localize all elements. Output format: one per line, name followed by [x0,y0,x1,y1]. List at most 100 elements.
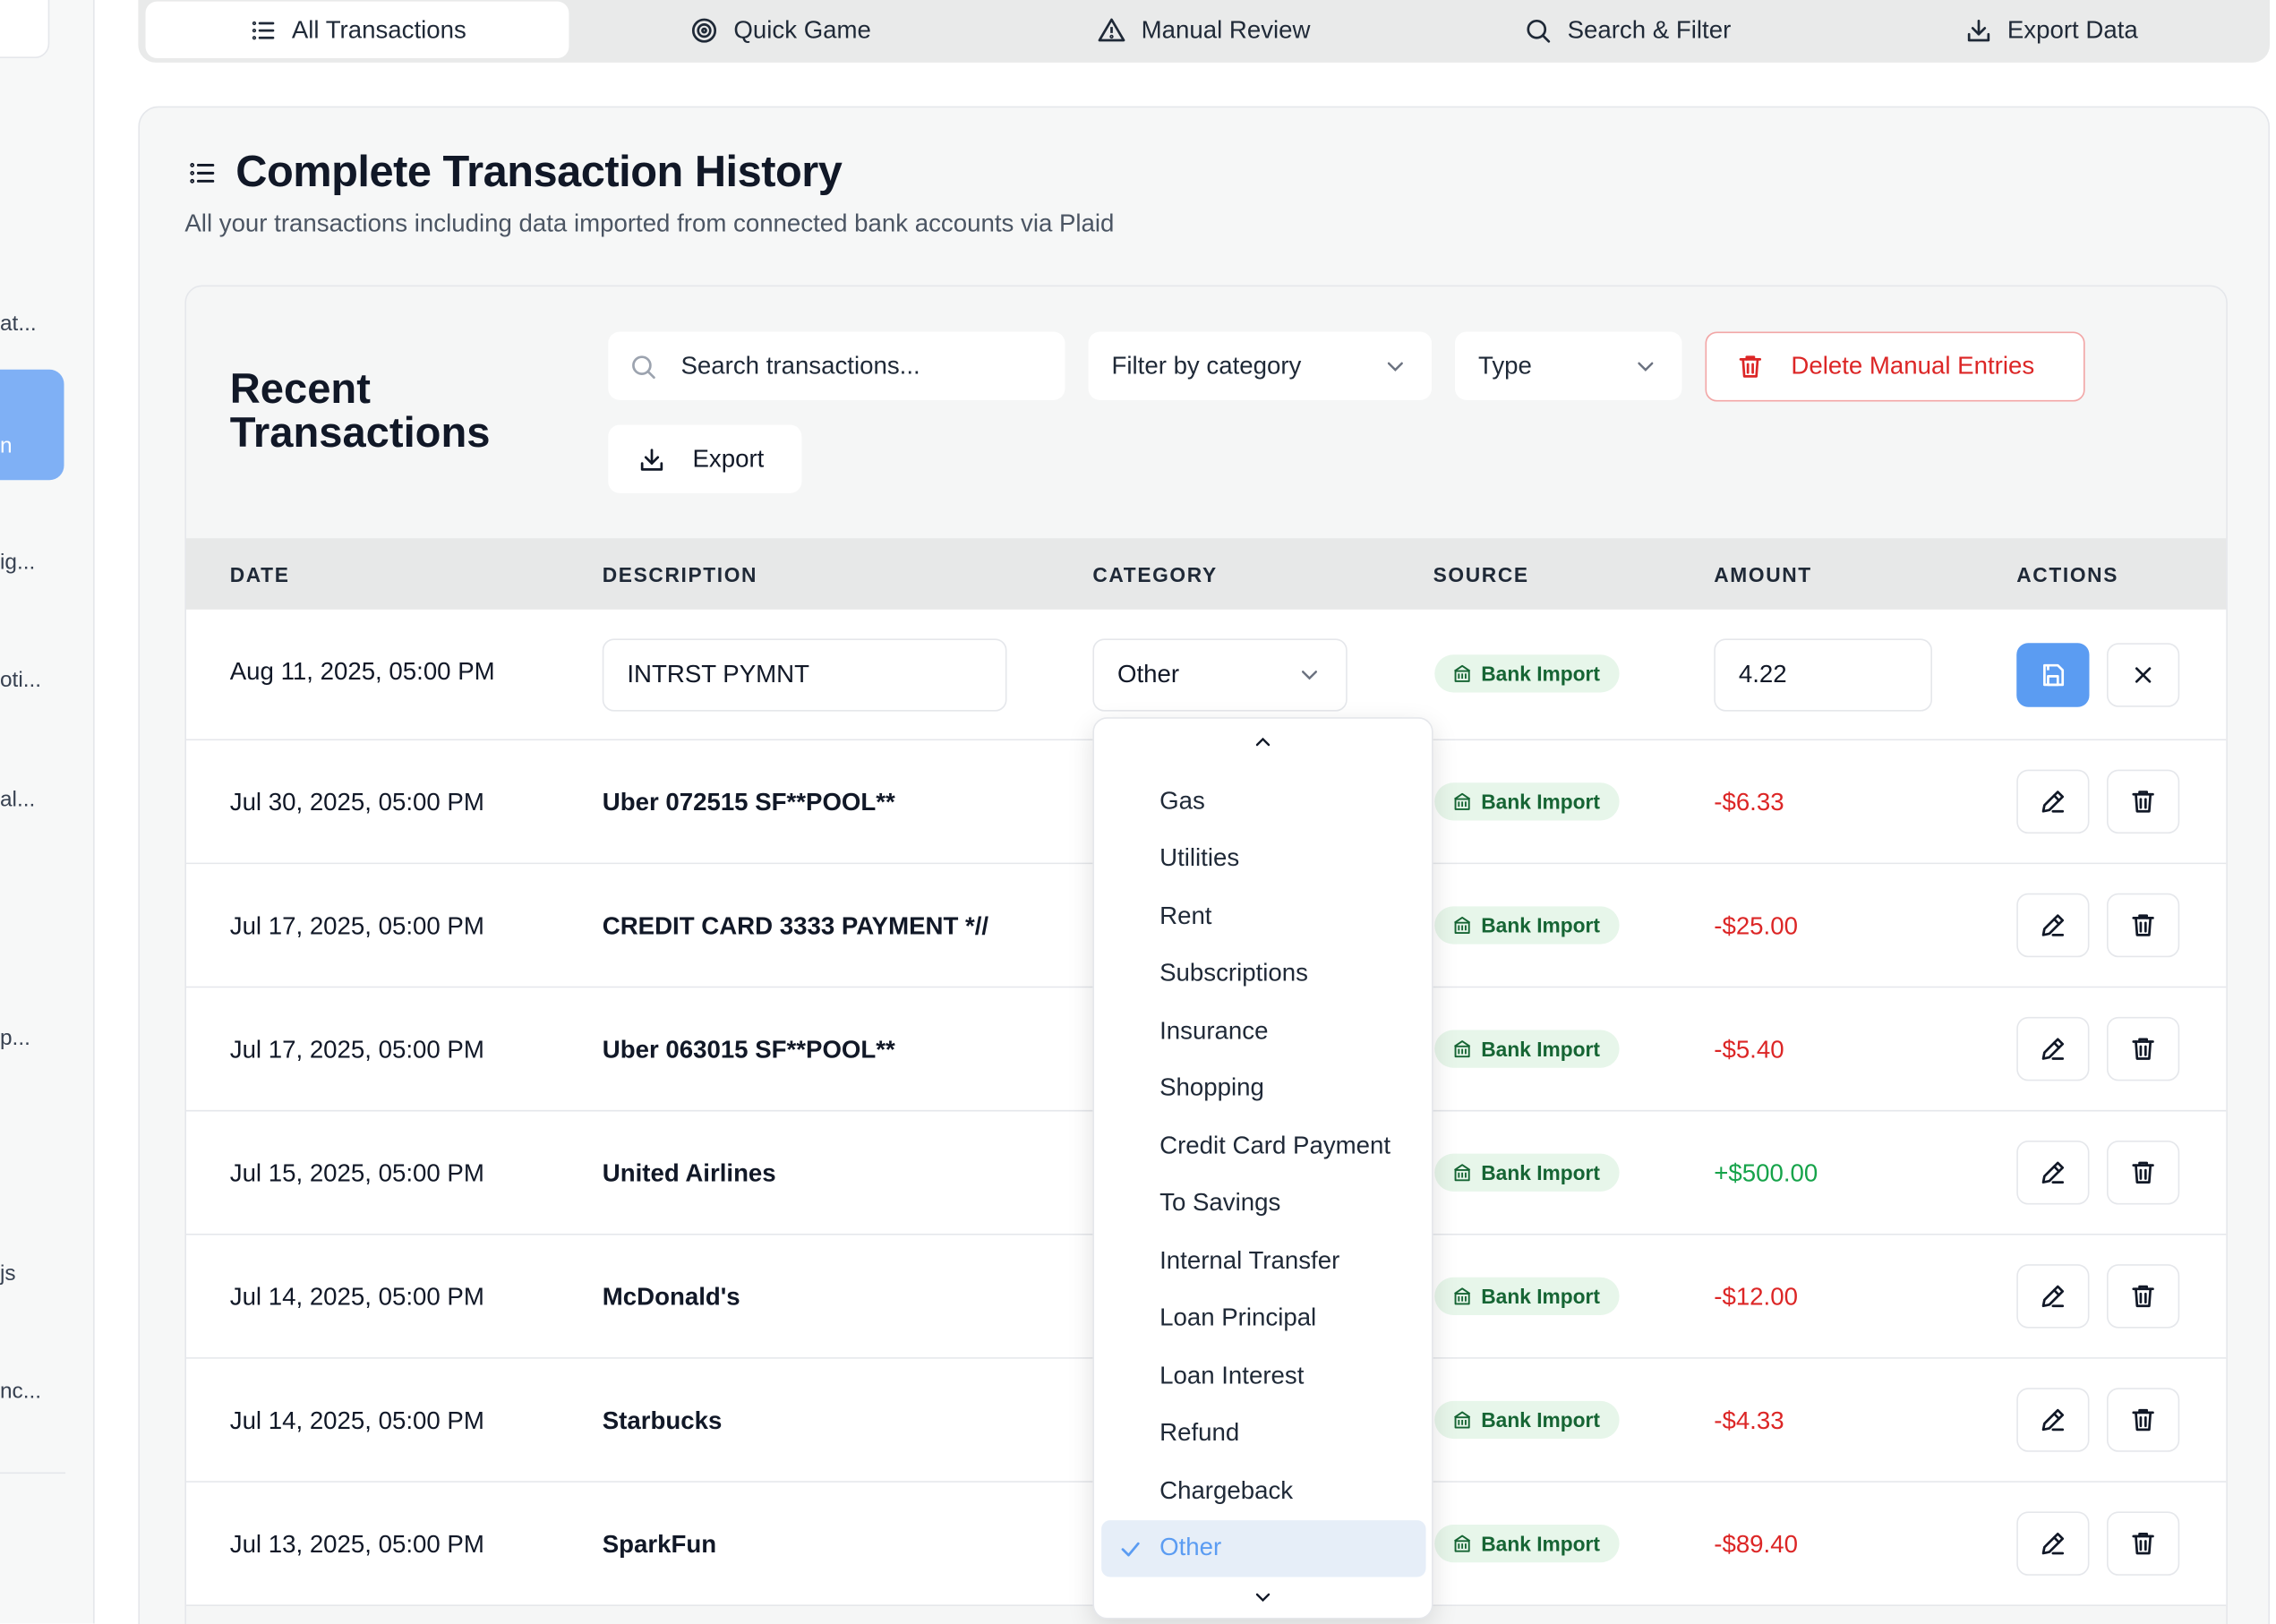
tab-label: Manual Review [1141,15,1311,43]
type-filter-select[interactable]: Type [1455,331,1682,400]
row-amount: -$6.33 [1714,788,1784,816]
tab-search-filter[interactable]: Search & Filter [1416,2,1839,58]
warning-icon [1099,17,1126,41]
category-option[interactable]: To Savings [1101,1175,1425,1232]
edit-button[interactable] [2016,1388,2090,1452]
bank-icon [1454,1040,1471,1058]
edit-button[interactable] [2016,1141,2090,1205]
trash-icon [2132,1161,2154,1184]
category-option[interactable]: Chargeback [1101,1462,1425,1519]
sidebar: at... ig... oti... al... p... js nc... n [0,0,95,1624]
sidebar-item[interactable]: al... [0,787,35,812]
scroll-down-button[interactable] [1094,1586,1432,1609]
category-option[interactable]: Utilities [1101,830,1425,887]
row-amount: +$500.00 [1714,1159,1818,1187]
download-icon [1967,19,1989,41]
delete-button-label: Delete Manual Entries [1791,352,2035,380]
category-option[interactable]: Shopping [1101,1060,1425,1117]
category-option-label: Loan Principal [1159,1303,1317,1332]
sidebar-item[interactable]: ig... [0,550,35,575]
category-option[interactable]: Subscriptions [1101,944,1425,1002]
category-option[interactable]: Gas [1101,773,1425,830]
column-header-category[interactable]: CATEGORY [1092,563,1217,586]
category-option[interactable]: Other [1101,1519,1426,1577]
source-badge: Bank Import [1434,1400,1620,1440]
type-filter-value: Type [1478,351,1532,380]
category-option-label: Chargeback [1159,1475,1294,1504]
category-filter-select[interactable]: Filter by category [1088,331,1432,400]
tab-quick-game[interactable]: Quick Game [569,2,992,58]
category-option[interactable]: Loan Principal [1101,1290,1425,1347]
delete-button[interactable] [2107,1264,2180,1329]
edit-button[interactable] [2016,1264,2090,1329]
category-option[interactable]: Refund [1101,1405,1425,1462]
tab-label: Search & Filter [1567,15,1732,43]
sidebar-item[interactable]: p... [0,1026,30,1051]
category-option-label: Other [1159,1534,1222,1562]
category-option[interactable]: Internal Transfer [1101,1232,1425,1289]
category-option[interactable]: Loan Interest [1101,1347,1425,1405]
row-description: CREDIT CARD 3333 PAYMENT *// [602,911,989,940]
search-box[interactable] [608,331,1065,400]
source-badge-label: Bank Import [1481,1532,1600,1556]
delete-button[interactable] [2107,1016,2180,1081]
row-date: Jul 14, 2025, 05:00 PM [229,1406,484,1435]
sidebar-item[interactable]: nc... [0,1380,41,1405]
column-header-source[interactable]: SOURCE [1433,563,1529,586]
row-description: SparkFun [602,1530,717,1559]
source-badge: Bank Import [1434,1030,1620,1068]
column-header-amount[interactable]: AMOUNT [1714,563,1812,586]
sidebar-item[interactable]: at... [0,312,37,337]
column-header-date[interactable]: DATE [230,563,290,586]
delete-manual-entries-button[interactable]: Delete Manual Entries [1705,331,2085,402]
export-button[interactable]: Export [608,424,802,493]
row-amount: -$4.33 [1714,1406,1784,1435]
panel-header: Complete Transaction History [186,149,843,198]
delete-button[interactable] [2107,1388,2180,1452]
delete-button[interactable] [2107,1511,2180,1576]
category-option[interactable]: Rent [1101,887,1425,944]
delete-button[interactable] [2107,893,2180,958]
edit-button[interactable] [2016,769,2090,834]
description-edit-field[interactable]: INTRST PYMNT [602,638,1007,712]
source-badge-label: Bank Import [1481,1408,1600,1432]
row-description: United Airlines [602,1159,776,1187]
sidebar-item[interactable]: js [0,1261,16,1286]
row-date: Jul 14, 2025, 05:00 PM [229,1283,484,1312]
delete-button[interactable] [2107,769,2180,834]
category-option[interactable]: Insurance [1101,1003,1425,1060]
category-option-label: Rent [1159,902,1212,929]
category-option-label: Subscriptions [1159,959,1308,987]
cancel-edit-button[interactable] [2107,643,2180,707]
tab-all-transactions[interactable]: All Transactions [145,1,569,58]
source-badge-label: Bank Import [1481,1284,1600,1308]
search-input[interactable] [680,351,1031,380]
list-icon [190,163,215,184]
tab-manual-review[interactable]: Manual Review [992,2,1416,58]
delete-button[interactable] [2107,1141,2180,1205]
edit-button[interactable] [2016,1016,2090,1081]
column-header-description[interactable]: DESCRIPTION [603,563,757,586]
table-header: DATE DESCRIPTION CATEGORY SOURCE AMOUNT … [186,538,2227,610]
sidebar-item[interactable]: oti... [0,668,41,693]
scroll-up-button[interactable] [1094,731,1432,754]
edit-button[interactable] [2016,1511,2090,1576]
tab-export-data[interactable]: Export Data [1839,2,2263,58]
row-date: Jul 30, 2025, 05:00 PM [229,788,484,816]
category-option-label: To Savings [1159,1189,1281,1217]
category-edit-select[interactable]: Other [1092,638,1348,712]
source-badge: Bank Import [1434,1525,1620,1563]
amount-edit-field[interactable]: 4.22 [1714,638,1932,712]
target-icon [692,17,717,42]
save-button[interactable] [2016,643,2090,707]
source-badge: Bank Import [1434,1277,1620,1315]
category-option[interactable]: Credit Card Payment [1101,1117,1425,1175]
row-description: McDonald's [602,1283,740,1312]
sidebar-item-active[interactable]: n [0,369,64,481]
bank-icon [1454,1164,1471,1182]
category-option-label: Gas [1159,786,1205,815]
sidebar-top-card[interactable] [0,0,50,58]
source-badge: Bank Import [1434,654,1620,693]
trash-icon [2132,914,2154,936]
edit-button[interactable] [2016,893,2090,958]
